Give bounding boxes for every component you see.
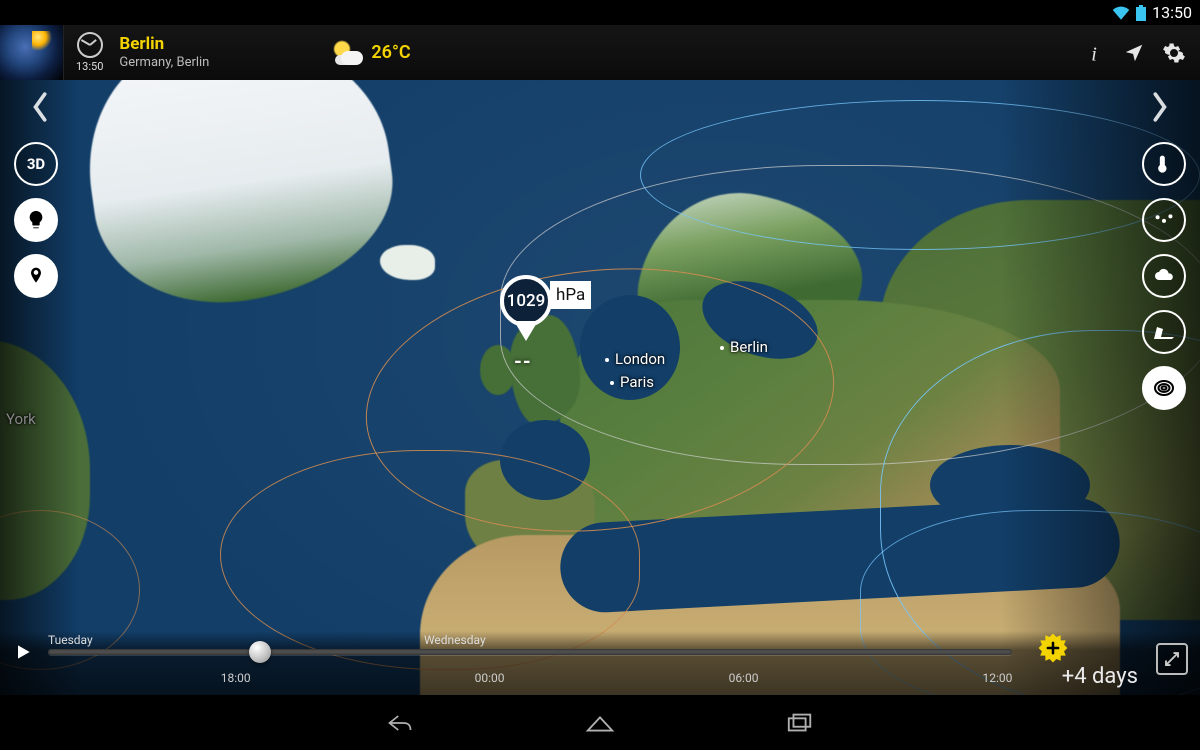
location-block[interactable]: Berlin Germany, Berlin <box>115 35 209 70</box>
time-ticks: 18:00 00:00 06:00 12:00 <box>48 671 1152 691</box>
play-button[interactable] <box>8 637 38 667</box>
layer-controls <box>1142 142 1186 410</box>
fullscreen-button[interactable] <box>1156 643 1188 675</box>
battery-icon <box>1136 5 1146 21</box>
layer-pressure-button[interactable] <box>1142 366 1186 410</box>
current-temperature: 26°C <box>371 42 410 63</box>
settings-button[interactable] <box>1154 33 1194 73</box>
clock-icon <box>77 32 103 58</box>
add-location-button[interactable] <box>14 254 58 298</box>
extend-label[interactable]: +4 days <box>1062 664 1138 689</box>
svg-text:i: i <box>1091 43 1097 64</box>
status-clock: 13:50 <box>1152 3 1192 22</box>
tips-button[interactable] <box>14 198 58 242</box>
local-time-block: 13:50 <box>64 32 115 73</box>
city-label-berlin: Berlin <box>720 338 768 356</box>
sun-cloud-icon <box>329 39 363 67</box>
left-controls: 3D <box>14 142 58 298</box>
pressure-pin[interactable]: 1029 - - hPa <box>500 275 591 327</box>
pressure-value: 1029 <box>507 291 546 311</box>
layer-precip-button[interactable] <box>1142 198 1186 242</box>
location-city: Berlin <box>119 35 209 54</box>
layer-clouds-button[interactable] <box>1142 254 1186 298</box>
day-label-wed: Wednesday <box>424 633 486 647</box>
home-button[interactable] <box>580 703 620 743</box>
app-header: 13:50 Berlin Germany, Berlin 26°C i <box>0 25 1200 80</box>
city-label-york: York <box>6 410 36 428</box>
layer-temperature-button[interactable] <box>1142 142 1186 186</box>
day-label-tue: Tuesday <box>48 633 93 647</box>
location-region: Germany, Berlin <box>119 55 209 70</box>
local-time: 13:50 <box>76 60 103 73</box>
city-label-paris: Paris <box>610 373 654 391</box>
next-button[interactable] <box>1148 90 1170 133</box>
recents-button[interactable] <box>780 703 820 743</box>
weather-map[interactable]: London Paris Berlin York 1029 - - hPa 3D <box>0 80 1200 695</box>
timeline: Tuesday Wednesday 18:00 00:00 06:00 12:0… <box>0 631 1200 695</box>
back-button[interactable] <box>380 703 420 743</box>
city-label-london: London <box>605 350 665 368</box>
locate-button[interactable] <box>1114 33 1154 73</box>
android-nav-bar <box>0 695 1200 750</box>
pressure-unit: hPa <box>550 281 591 309</box>
prev-button[interactable] <box>30 90 52 133</box>
info-button[interactable]: i <box>1074 33 1114 73</box>
view-3d-button[interactable]: 3D <box>14 142 58 186</box>
time-slider[interactable]: Tuesday Wednesday <box>48 649 1012 655</box>
android-status-bar: 13:50 <box>0 0 1200 25</box>
app-icon[interactable] <box>0 25 64 80</box>
extend-badge-icon[interactable] <box>1036 631 1070 665</box>
current-weather: 26°C <box>329 39 410 67</box>
layer-wind-button[interactable] <box>1142 310 1186 354</box>
wifi-icon <box>1112 6 1130 20</box>
slider-thumb[interactable] <box>249 641 271 663</box>
